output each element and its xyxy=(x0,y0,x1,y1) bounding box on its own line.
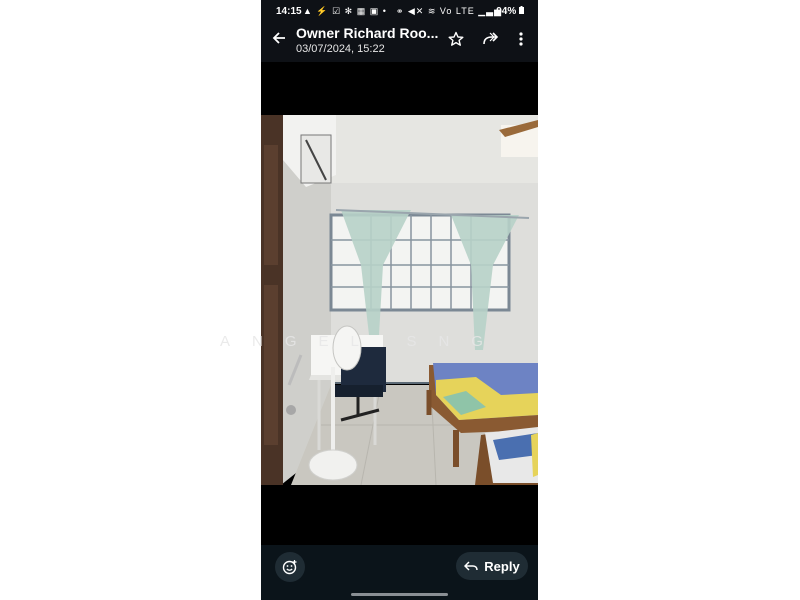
battery-icon xyxy=(519,6,524,14)
room-photo-image xyxy=(261,115,538,485)
photo-watermark: ANGEL SNG xyxy=(220,333,505,350)
signal-icons: ⚭ ◀✕ ≋ Vo LTE ▁▃▅ xyxy=(395,6,502,16)
react-emoji-button[interactable] xyxy=(275,552,305,582)
battery-percent: 94% xyxy=(496,6,517,17)
back-arrow-icon[interactable] xyxy=(271,30,287,46)
battery-level: 94% xyxy=(496,6,524,17)
reply-label: Reply xyxy=(484,558,520,574)
more-options-icon[interactable] xyxy=(515,31,527,47)
star-icon[interactable] xyxy=(448,31,464,47)
app-header: Owner Richard Roo... 03/07/2024, 15:22 xyxy=(261,24,538,62)
reply-icon xyxy=(464,561,479,571)
notification-icons: ▲ ⚡ ☑ ✻ ▦ ▣ • xyxy=(303,6,387,16)
status-bar: 14:15 ▲ ⚡ ☑ ✻ ▦ ▣ • ⚭ ◀✕ ≋ Vo LTE ▁▃▅ 94… xyxy=(261,0,538,24)
reply-button[interactable]: Reply xyxy=(456,552,528,580)
forward-icon[interactable] xyxy=(482,31,500,47)
message-date: 03/07/2024, 15:22 xyxy=(296,43,385,55)
status-time: 14:15 xyxy=(276,6,302,17)
phone-screen: 14:15 ▲ ⚡ ☑ ✻ ▦ ▣ • ⚭ ◀✕ ≋ Vo LTE ▁▃▅ 94… xyxy=(261,0,538,600)
chat-title: Owner Richard Roo... xyxy=(296,25,439,41)
chat-title-block[interactable]: Owner Richard Roo... 03/07/2024, 15:22 xyxy=(296,24,438,56)
bottom-action-bar: Reply xyxy=(261,545,538,600)
add-reaction-icon xyxy=(282,560,297,575)
home-indicator[interactable] xyxy=(351,593,448,596)
room-photo[interactable] xyxy=(261,115,538,485)
